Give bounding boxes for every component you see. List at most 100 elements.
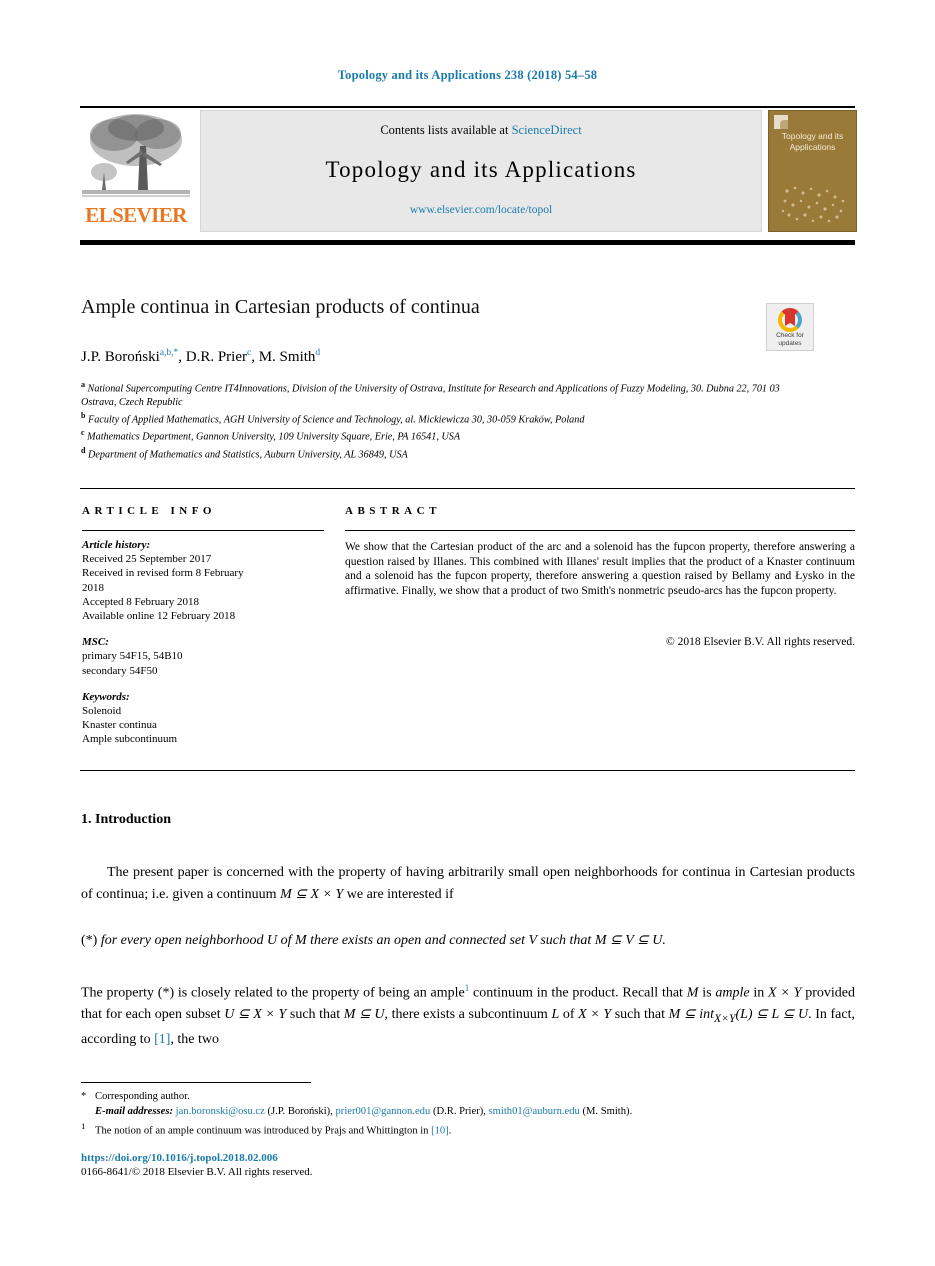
- affiliation-list: a National Supercomputing Centre IT4Inno…: [81, 378, 781, 462]
- author-2-name: D.R. Prier: [185, 349, 247, 365]
- crossmark-label: Check for updates: [767, 332, 813, 347]
- author-3: M. Smithd: [258, 348, 321, 365]
- email-link-1[interactable]: jan.boronski@osu.cz: [176, 1106, 265, 1117]
- intro-p2-ample: ample: [715, 985, 750, 1001]
- elsevier-logo: ELSEVIER: [80, 110, 192, 230]
- starred-text-b: of: [277, 933, 295, 948]
- intro-p2-m6: X × Y: [578, 1007, 612, 1023]
- article-info-column: Article history: Received 25 September 2…: [82, 538, 332, 759]
- intro-p2-s3: is: [698, 985, 716, 1001]
- intro-p2-s2: continuum in the product. Recall that: [469, 985, 687, 1001]
- intro-paragraph-1: The present paper is concerned with the …: [81, 862, 855, 905]
- cover-journal-title: Topology and its Applications: [781, 131, 844, 152]
- issn-copyright-line: 0166-8641/© 2018 Elsevier B.V. All right…: [81, 1166, 313, 1178]
- intro-p2-s4: in: [749, 985, 769, 1001]
- intro-p1-after: we are interested if: [343, 886, 454, 902]
- abstract-text: We show that the Cartesian product of th…: [345, 541, 855, 597]
- intro-p2-s11: , the two: [170, 1032, 220, 1048]
- article-history-line-4: Accepted 8 February 2018: [82, 595, 199, 608]
- author-1: J.P. Borońskia,b,*: [81, 348, 179, 365]
- intro-p2-s7: , there exists a subcontinuum: [384, 1007, 552, 1023]
- email-link-3[interactable]: smith01@auburn.edu: [489, 1106, 580, 1117]
- doi-link[interactable]: https://doi.org/10.1016/j.topol.2018.02.…: [81, 1152, 278, 1164]
- starred-M: M: [295, 933, 307, 948]
- footnote-corresponding-mark: *: [81, 1091, 87, 1102]
- section-heading-introduction: 1. Introduction: [81, 812, 171, 827]
- running-head: Topology and its Applications 238 (2018)…: [337, 68, 598, 82]
- intro-p1-math: M ⊆ X × Y: [280, 886, 344, 902]
- intro-p2-m7-sub: X×Y: [714, 1011, 736, 1025]
- author-3-marks: d: [315, 348, 321, 358]
- elsevier-wordmark: ELSEVIER: [85, 203, 187, 227]
- abstract-heading: ABSTRACT: [345, 505, 441, 517]
- affiliation-d: d Department of Mathematics and Statisti…: [81, 444, 781, 462]
- journal-url-link[interactable]: www.elsevier.com/locate/topol: [201, 204, 761, 216]
- crossmark-badge[interactable]: Check for updates: [766, 303, 814, 351]
- intro-p2-m4: M ⊆ U: [343, 1007, 385, 1023]
- affiliation-d-text: Department of Mathematics and Statistics…: [88, 449, 408, 461]
- email-addresses-label: E-mail addresses:: [95, 1105, 173, 1117]
- affiliation-a: a National Supercomputing Centre IT4Inno…: [81, 378, 781, 409]
- intro-p2-m1: M: [686, 985, 699, 1001]
- email-link-2[interactable]: prier001@gannon.edu: [336, 1106, 431, 1117]
- info-top-rule: [80, 488, 855, 489]
- footnote-1-before: The notion of an ample continuum was int…: [95, 1125, 432, 1137]
- keywords-label: Keywords:: [82, 690, 130, 703]
- cover-elsevier-mark-icon: [774, 115, 792, 129]
- intro-p2-m7b: (L) ⊆ L ⊆ U: [735, 1007, 809, 1023]
- affiliation-b: b Faculty of Applied Mathematics, AGH Un…: [81, 409, 781, 427]
- article-info-heading: ARTICLE INFO: [82, 505, 216, 517]
- intro-p2-s1: The property (*) is closely related to t…: [81, 985, 465, 1001]
- msc-block: MSC: primary 54F15, 54B10 secondary 54F5…: [82, 635, 332, 678]
- author-2-marks: c: [247, 348, 252, 358]
- article-history-label: Article history:: [82, 539, 151, 551]
- masthead-bottom-rule: [80, 240, 855, 245]
- keyword-2: Knaster continua: [82, 719, 157, 732]
- journal-masthead: ELSEVIER Contents lists available at Sci…: [80, 110, 857, 232]
- intro-paragraph-2: The property (*) is closely related to t…: [81, 978, 855, 1051]
- footnote-separator-rule: [81, 1082, 311, 1083]
- sciencedirect-link[interactable]: ScienceDirect: [512, 123, 582, 137]
- footnote-corresponding-text: Corresponding author.: [95, 1091, 190, 1102]
- journal-title: Topology and its Applications: [325, 157, 637, 182]
- starred-end: .: [662, 933, 666, 948]
- intro-p2-m2: X × Y: [768, 985, 802, 1001]
- affiliation-a-mark: a: [81, 380, 85, 389]
- intro-p2-m3: U ⊆ X × Y: [224, 1007, 287, 1023]
- email-owner-2: (D.R. Prier): [432, 1105, 484, 1117]
- footnote-corresponding-author: * Corresponding author.: [81, 1090, 861, 1105]
- footnote-1-after: .: [448, 1125, 452, 1137]
- affiliation-c: c Mathematics Department, Gannon Univers…: [81, 426, 781, 444]
- email-owner-1: (J.P. Boroński): [267, 1105, 331, 1117]
- starred-V: V: [528, 933, 537, 948]
- affiliation-b-text: Faculty of Applied Mathematics, AGH Univ…: [88, 414, 585, 426]
- email-owner-3: (M. Smith): [582, 1105, 630, 1117]
- author-1-name: J.P. Boroński: [81, 349, 160, 365]
- cover-artwork: [781, 186, 845, 223]
- intro-p2-m7: M ⊆ int: [668, 1007, 714, 1023]
- info-right-rule: [345, 530, 855, 531]
- info-bottom-rule: [80, 770, 855, 771]
- author-1-marks: a,b,*: [159, 348, 179, 358]
- keywords-block: Keywords: Solenoid Knaster continua Ampl…: [82, 690, 332, 747]
- article-history-block: Article history: Received 25 September 2…: [82, 538, 332, 623]
- citation-ref-1[interactable]: [1]: [154, 1032, 170, 1047]
- contents-panel: Contents lists available at ScienceDirec…: [200, 110, 762, 232]
- article-history-line-5: Available online 12 February 2018: [82, 610, 236, 623]
- contents-prefix: Contents lists available at: [380, 123, 512, 137]
- journal-cover-thumbnail: Topology and its Applications: [768, 110, 857, 232]
- contents-available-line: Contents lists available at ScienceDirec…: [201, 123, 761, 138]
- elsevier-tree-icon: [82, 114, 190, 197]
- msc-label: MSC:: [82, 636, 109, 649]
- affiliation-b-mark: b: [81, 410, 86, 420]
- starred-inclusion: M ⊆ V ⊆ U: [594, 933, 663, 948]
- paper-page: Topology and its Applications 238 (2018)…: [0, 0, 935, 1266]
- affiliation-a-text: National Supercomputing Centre IT4Innova…: [81, 383, 780, 408]
- intro-p1-before: The present paper is concerned with the …: [81, 865, 855, 902]
- msc-line-2: secondary 54F50: [82, 664, 158, 677]
- citation-ref-10[interactable]: [10]: [431, 1126, 449, 1137]
- starred-label: (*): [81, 933, 98, 948]
- author-3-name: M. Smith: [258, 349, 316, 365]
- intro-p2-s6: such that: [286, 1007, 344, 1023]
- masthead-top-rule: [80, 106, 855, 108]
